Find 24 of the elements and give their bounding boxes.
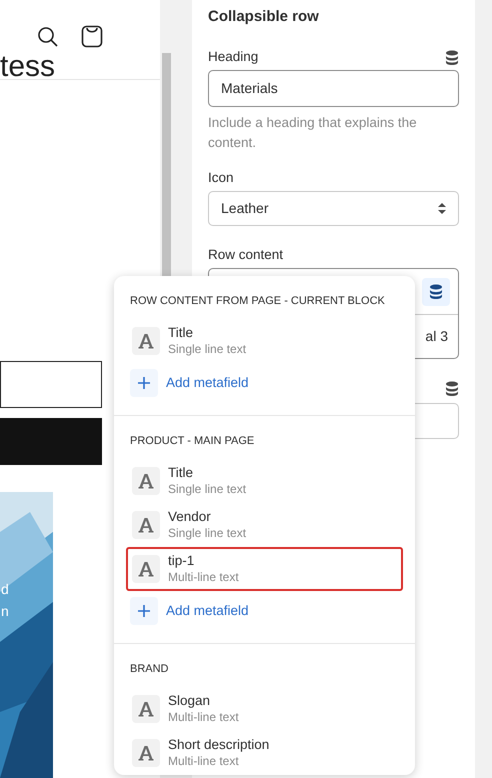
field-label: Icon: [208, 168, 234, 187]
field-label: Heading: [208, 48, 258, 66]
option-name: Title: [168, 464, 194, 481]
panel-title: Collapsible row: [208, 7, 320, 27]
banner-text: n: [1, 602, 9, 621]
option-type: Single line text: [168, 481, 246, 498]
option-name: Vendor: [168, 508, 212, 525]
option-name: Slogan: [168, 692, 212, 709]
section-heading: ROW CONTENT FROM PAGE - CURRENT BLOCK: [130, 294, 386, 309]
field-label: Row content: [208, 246, 284, 264]
help-text: Include a heading that explains the content.: [208, 114, 418, 152]
option-type: Multi-line text: [168, 753, 240, 770]
option-type: Multi-line text: [168, 709, 239, 726]
banner-text: d: [1, 580, 9, 599]
page-heading: tess: [0, 50, 56, 84]
option-name: tip-1: [168, 552, 196, 569]
section-heading: BRAND: [130, 662, 170, 677]
option-name: Short description: [168, 736, 270, 753]
option-type: Multi-line text: [168, 569, 239, 586]
option-type: Single line text: [168, 341, 246, 358]
row-content-value: al 3: [425, 327, 448, 346]
option-type: Single line text: [168, 525, 246, 542]
option-name: Title: [168, 324, 194, 341]
section-heading: PRODUCT - MAIN PAGE: [130, 434, 256, 449]
